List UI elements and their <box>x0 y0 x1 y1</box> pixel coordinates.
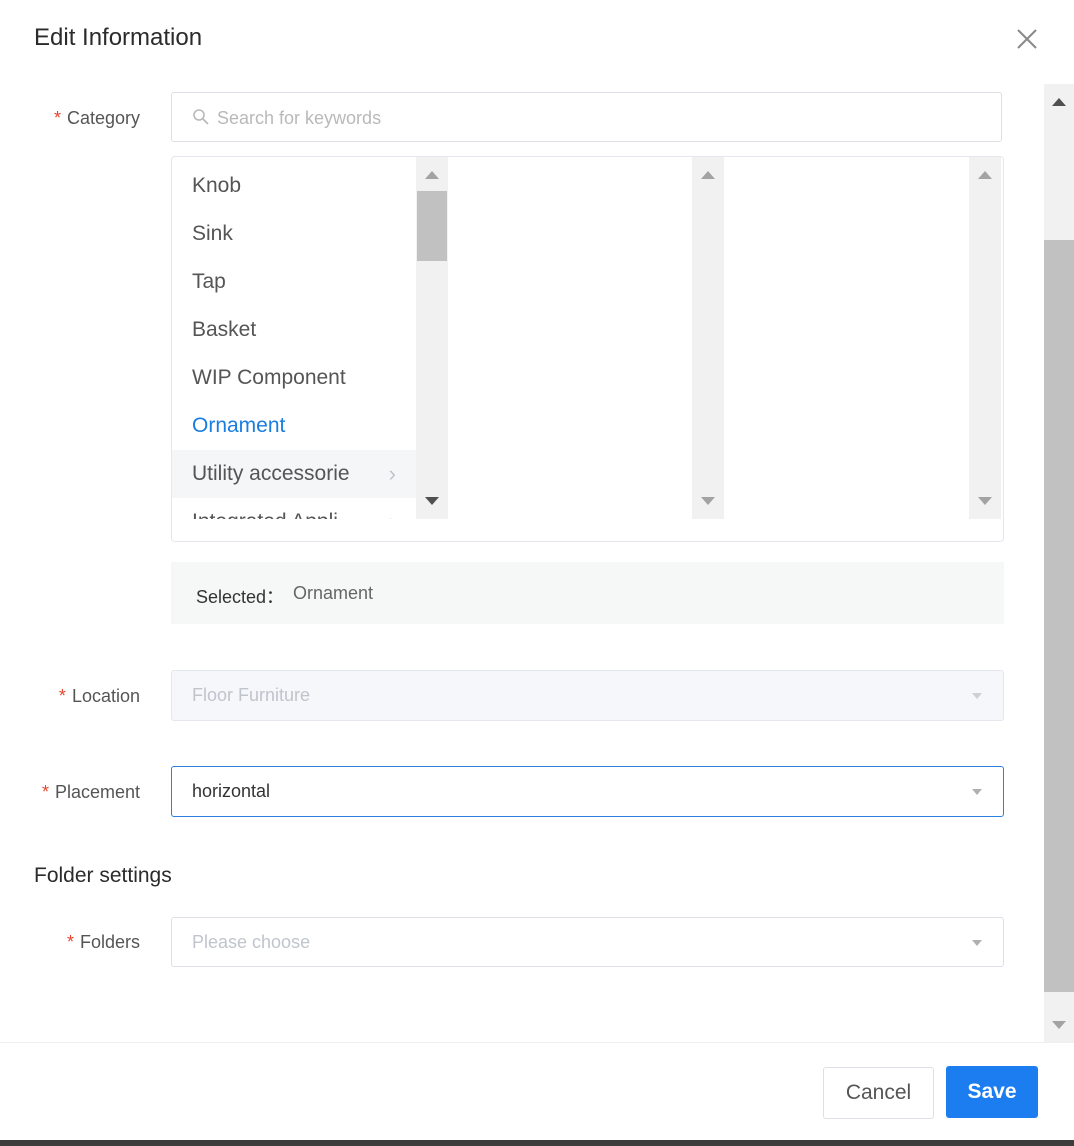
scroll-down-arrow-icon[interactable] <box>701 497 715 505</box>
cancel-button[interactable]: Cancel <box>823 1067 934 1119</box>
cascader-item-sink[interactable]: Sink <box>172 210 416 258</box>
item-label: Sink <box>192 222 233 245</box>
item-label: Knob <box>192 174 242 197</box>
scroll-down-arrow-icon[interactable] <box>978 497 992 505</box>
caret-down-icon <box>972 940 982 946</box>
scroll-up-arrow-icon[interactable] <box>978 171 992 179</box>
item-label: Integrated Appli <box>192 510 338 519</box>
folders-label: * Folders <box>0 932 140 953</box>
cascader-item-tap[interactable]: Tap <box>172 258 416 306</box>
category-label-text: Category <box>66 108 140 128</box>
folders-select[interactable]: Please choose <box>171 917 1004 967</box>
category-label: * Category <box>0 108 140 129</box>
cascader-item-ornament[interactable]: Ornament <box>172 402 416 450</box>
category-cascader-panel: Knob Sink Tap Basket WIP Component Ornam… <box>171 156 1004 542</box>
scroll-up-arrow-icon[interactable] <box>425 171 439 179</box>
location-label: * Location <box>0 686 140 707</box>
cascader-item-integrated-appli[interactable]: Integrated Appli › <box>172 498 416 519</box>
cascader-item-utility-accessorie[interactable]: Utility accessorie › <box>172 450 416 498</box>
cascader-column-2 <box>448 157 692 519</box>
caret-down-icon <box>972 789 982 795</box>
cascader-item-wip-component[interactable]: WIP Component <box>172 354 416 402</box>
placement-value: horizontal <box>192 781 271 801</box>
required-mark: * <box>41 782 49 802</box>
search-placeholder: Search for keywords <box>217 108 382 128</box>
item-label: Tap <box>192 270 226 293</box>
item-label: Ornament <box>192 414 286 437</box>
save-button[interactable]: Save <box>946 1066 1038 1118</box>
cascader-item-basket[interactable]: Basket <box>172 306 416 354</box>
selected-label: Selected： <box>196 587 285 607</box>
close-button[interactable] <box>1012 24 1042 54</box>
close-icon <box>1017 29 1037 49</box>
cascader-column-1: Knob Sink Tap Basket WIP Component Ornam… <box>172 157 416 519</box>
required-mark: * <box>66 932 74 952</box>
cascader-column-2-scrollbar[interactable] <box>692 157 724 519</box>
folders-placeholder: Please choose <box>192 932 311 952</box>
placement-label-text: Placement <box>54 782 140 802</box>
scrollbar-thumb[interactable] <box>1044 240 1074 992</box>
cascader-item-knob[interactable]: Knob <box>172 162 416 210</box>
folder-settings-heading: Folder settings <box>34 864 172 887</box>
dialog-scrollbar[interactable] <box>1044 84 1074 1042</box>
required-mark: * <box>53 108 61 128</box>
location-value: Floor Furniture <box>192 685 311 705</box>
footer-divider <box>0 1042 1074 1043</box>
location-label-text: Location <box>71 686 140 706</box>
folders-label-text: Folders <box>79 932 140 952</box>
item-label: WIP Component <box>192 366 346 389</box>
selected-value: Ornament <box>293 583 374 603</box>
search-icon <box>193 109 209 125</box>
cascader-column-3-scrollbar[interactable] <box>969 157 1001 519</box>
scroll-up-arrow-icon[interactable] <box>1052 98 1066 106</box>
chevron-right-icon: › <box>389 498 396 519</box>
category-search-input[interactable]: Search for keywords <box>171 92 1002 142</box>
scroll-down-arrow-icon[interactable] <box>425 497 439 505</box>
scroll-down-arrow-icon[interactable] <box>1052 1021 1066 1029</box>
item-label: Basket <box>192 318 257 341</box>
item-label: Utility accessorie <box>192 462 350 485</box>
required-mark: * <box>58 686 66 706</box>
window-bottom-edge <box>0 1140 1074 1146</box>
cascader-column-1-scrollbar[interactable] <box>416 157 448 519</box>
scroll-up-arrow-icon[interactable] <box>701 171 715 179</box>
location-select: Floor Furniture <box>171 670 1004 721</box>
scrollbar-thumb[interactable] <box>417 191 447 261</box>
selected-category-summary: Selected： Ornament <box>171 562 1004 624</box>
cascader-column-3 <box>725 157 969 519</box>
caret-down-icon <box>972 693 982 699</box>
chevron-right-icon: › <box>388 461 396 486</box>
placement-label: * Placement <box>0 782 140 803</box>
dialog-title: Edit Information <box>34 24 203 51</box>
placement-select[interactable]: horizontal <box>171 766 1004 817</box>
